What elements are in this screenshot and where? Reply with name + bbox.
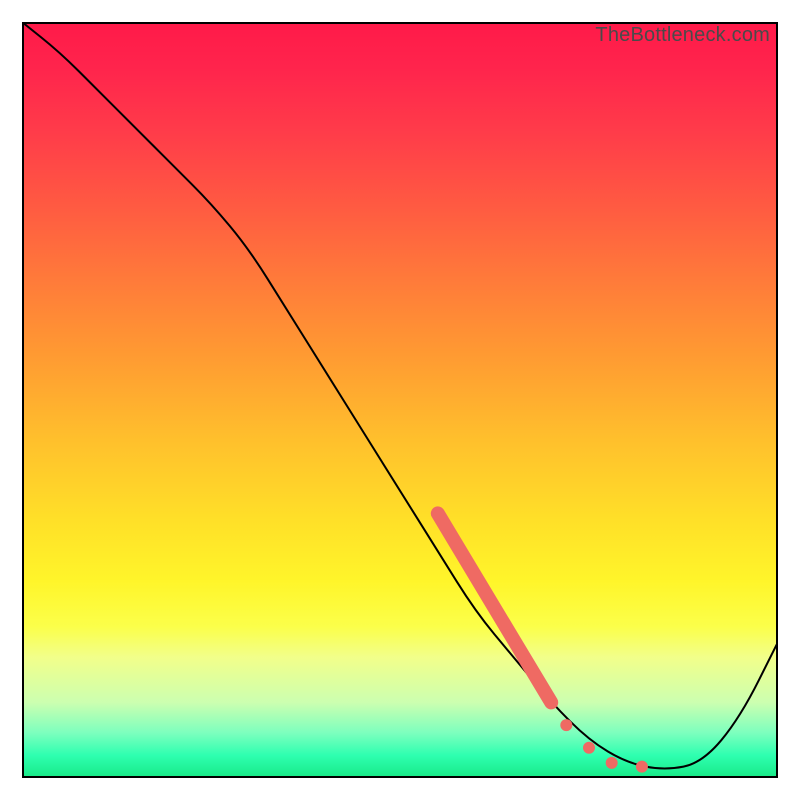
marker-dot (606, 757, 618, 769)
highlight-band (438, 513, 551, 702)
marker-dot (583, 742, 595, 754)
bottleneck-curve (22, 22, 778, 769)
chart-container: TheBottleneck.com (0, 0, 800, 800)
plot-area: TheBottleneck.com (22, 22, 778, 778)
plot-frame (23, 23, 777, 777)
marker-dot (636, 761, 648, 773)
chart-svg (22, 22, 778, 778)
marker-dot (560, 719, 572, 731)
